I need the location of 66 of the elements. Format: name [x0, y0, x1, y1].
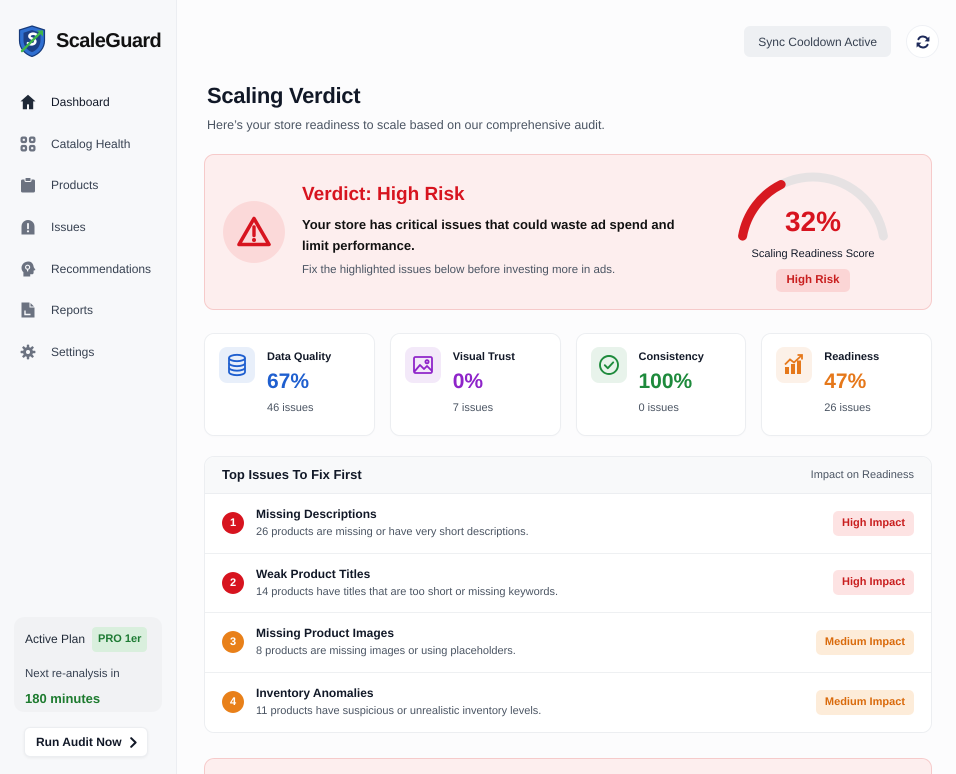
- head-icon: [20, 260, 36, 277]
- metric-issue-count: 7 issues: [452, 402, 494, 415]
- issue-number: 2: [222, 572, 244, 594]
- issue-description: 26 products are missing or have very short descriptions.: [256, 526, 530, 540]
- metric-value: 67%: [267, 370, 310, 394]
- issue-title: Inventory Anomalies: [256, 686, 375, 700]
- verdict-message: Your store has critical issues that could waste ad spend and limit performance.: [302, 216, 676, 256]
- run-audit-button[interactable]: Run Audit Now: [24, 727, 148, 757]
- issues-title: Top Issues To Fix First: [222, 466, 362, 484]
- next-analysis-label: Next re-analysis in: [25, 666, 121, 682]
- metric-title: Data Quality: [267, 351, 332, 364]
- metric-issue-count: 46 issues: [267, 402, 314, 415]
- settings-icon: [20, 344, 36, 360]
- metric-value: 47%: [824, 370, 868, 394]
- alert-icon: [20, 218, 36, 235]
- impact-badge: High Impact: [833, 570, 914, 596]
- shield-logo-icon: [18, 25, 46, 57]
- refresh-button[interactable]: [906, 25, 939, 58]
- risk-badge: High Risk: [776, 269, 850, 292]
- metric-value: 100%: [638, 370, 694, 394]
- sidebar-item[interactable]: Issues: [14, 206, 162, 248]
- metric-title: Consistency: [638, 351, 704, 364]
- plan-badge: PRO 1er: [92, 627, 148, 652]
- sidebar-item[interactable]: Reports: [14, 289, 162, 332]
- issue-title: Missing Product Images: [256, 626, 396, 640]
- sidebar-item[interactable]: Dashboard: [14, 81, 162, 123]
- sidebar-item[interactable]: Catalog Health: [14, 122, 162, 164]
- image-icon: [404, 347, 441, 383]
- page-title: Scaling Verdict: [207, 83, 362, 109]
- page-subtitle: Here’s your store readiness to scale based on our comprehensive audit.: [207, 117, 606, 133]
- issue-title: Missing Descriptions: [256, 507, 378, 522]
- sidebar-item[interactable]: Products: [14, 164, 162, 206]
- issue-title: Weak Product Titles: [256, 566, 372, 581]
- warning-icon: [223, 201, 285, 263]
- metric-issue-count: 0 issues: [638, 402, 680, 415]
- impact-badge: Medium Impact: [816, 630, 914, 655]
- issue-number: 4: [222, 691, 244, 714]
- impact-badge: High Impact: [833, 510, 914, 536]
- score-value: 32%: [784, 206, 842, 238]
- issue-description: 14 products have titles that are too short or missing keywords.: [256, 586, 560, 599]
- next-analysis-time: 180 minutes: [25, 690, 102, 708]
- chevron-right-icon: [130, 736, 137, 748]
- score-label: Scaling Readiness Score: [752, 248, 874, 261]
- metric-value: 0%: [452, 370, 484, 394]
- verdict-hint: Fix the highlighted issues below before investing more in ads.: [302, 263, 616, 278]
- sidebar-item[interactable]: Settings: [14, 331, 162, 373]
- database-icon: [219, 347, 255, 383]
- sidebar-item[interactable]: Recommendations: [14, 248, 162, 290]
- brand-name: ScaleGuard: [56, 29, 162, 54]
- metric-issue-count: 26 issues: [824, 402, 872, 415]
- metric-title: Readiness: [824, 351, 880, 364]
- metric-title: Visual Trust: [452, 351, 515, 364]
- issue-description: 11 products have suspicious or unrealistic inventory levels.: [256, 705, 542, 718]
- home-icon: [20, 94, 36, 110]
- issue-number: 1: [222, 512, 244, 534]
- issue-description: 8 products are missing images or using placeholders.: [256, 645, 517, 658]
- clipboard-icon: [20, 177, 36, 194]
- impact-badge: Medium Impact: [816, 690, 914, 715]
- document-icon: [20, 302, 36, 318]
- impact-column-label: Impact on Readiness: [810, 468, 914, 483]
- refresh-icon: [916, 34, 930, 48]
- grid-icon: [20, 136, 36, 152]
- verdict-title: Verdict: High Risk: [302, 184, 466, 206]
- issue-number: 3: [222, 631, 244, 654]
- bar-chart-icon: [776, 347, 812, 383]
- plan-label: Active Plan: [25, 631, 86, 648]
